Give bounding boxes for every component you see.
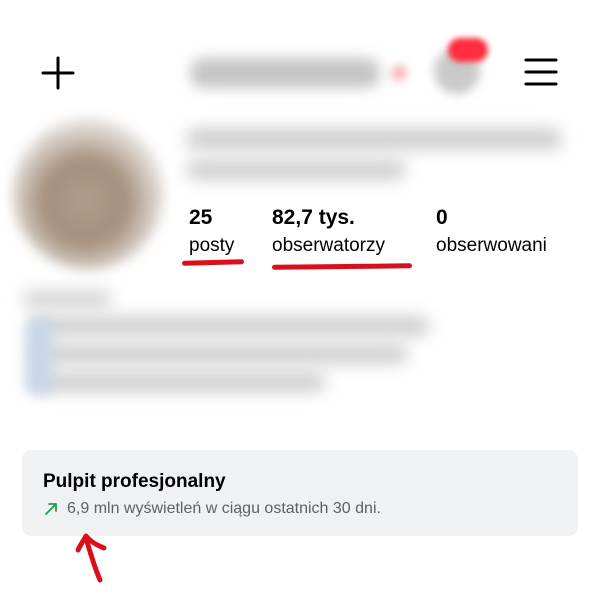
- trending-up-arrow-icon: [45, 503, 57, 515]
- dashboard-subtitle: 6,9 mln wyświetleń w ciągu ostatnich 30 …: [67, 500, 381, 517]
- bio-emoji-blurred: [26, 318, 52, 394]
- bio-line-blurred: [30, 316, 430, 336]
- profile-screen: 25 posty 82,7 tys. obserwatorzy 0 obserw…: [0, 0, 600, 600]
- stat-posts[interactable]: 25 posty: [189, 204, 234, 260]
- bio-line-blurred: [30, 372, 326, 392]
- dashboard-title: Pulpit profesjonalny: [43, 471, 226, 492]
- plus-icon[interactable]: [40, 55, 76, 91]
- hamburger-menu-icon[interactable]: [524, 57, 558, 87]
- followers-label: obserwatorzy: [272, 235, 385, 256]
- username-indicator-blurred: [392, 66, 406, 80]
- profile-name-blurred: [186, 128, 562, 150]
- following-count: 0: [436, 206, 448, 229]
- bio-line-blurred: [22, 290, 112, 308]
- username-blurred[interactable]: [190, 58, 380, 88]
- bio-line-blurred: [30, 344, 408, 364]
- stat-following[interactable]: 0 obserwowani: [436, 204, 547, 260]
- posts-count: 25: [189, 206, 213, 229]
- professional-dashboard-card[interactable]: Pulpit profesjonalny 6,9 mln wyświetleń …: [22, 450, 578, 536]
- followers-count: 82,7 tys.: [272, 206, 355, 229]
- stat-followers[interactable]: 82,7 tys. obserwatorzy: [272, 204, 385, 260]
- dashboard-subtitle-row: 6,9 mln wyświetleń w ciągu ostatnich 30 …: [43, 498, 381, 520]
- following-label: obserwowani: [436, 235, 547, 256]
- hand-drawn-arrow-icon: [75, 533, 107, 583]
- profile-category-blurred: [186, 160, 406, 180]
- notification-badge: [448, 38, 488, 62]
- posts-label: posty: [189, 235, 235, 256]
